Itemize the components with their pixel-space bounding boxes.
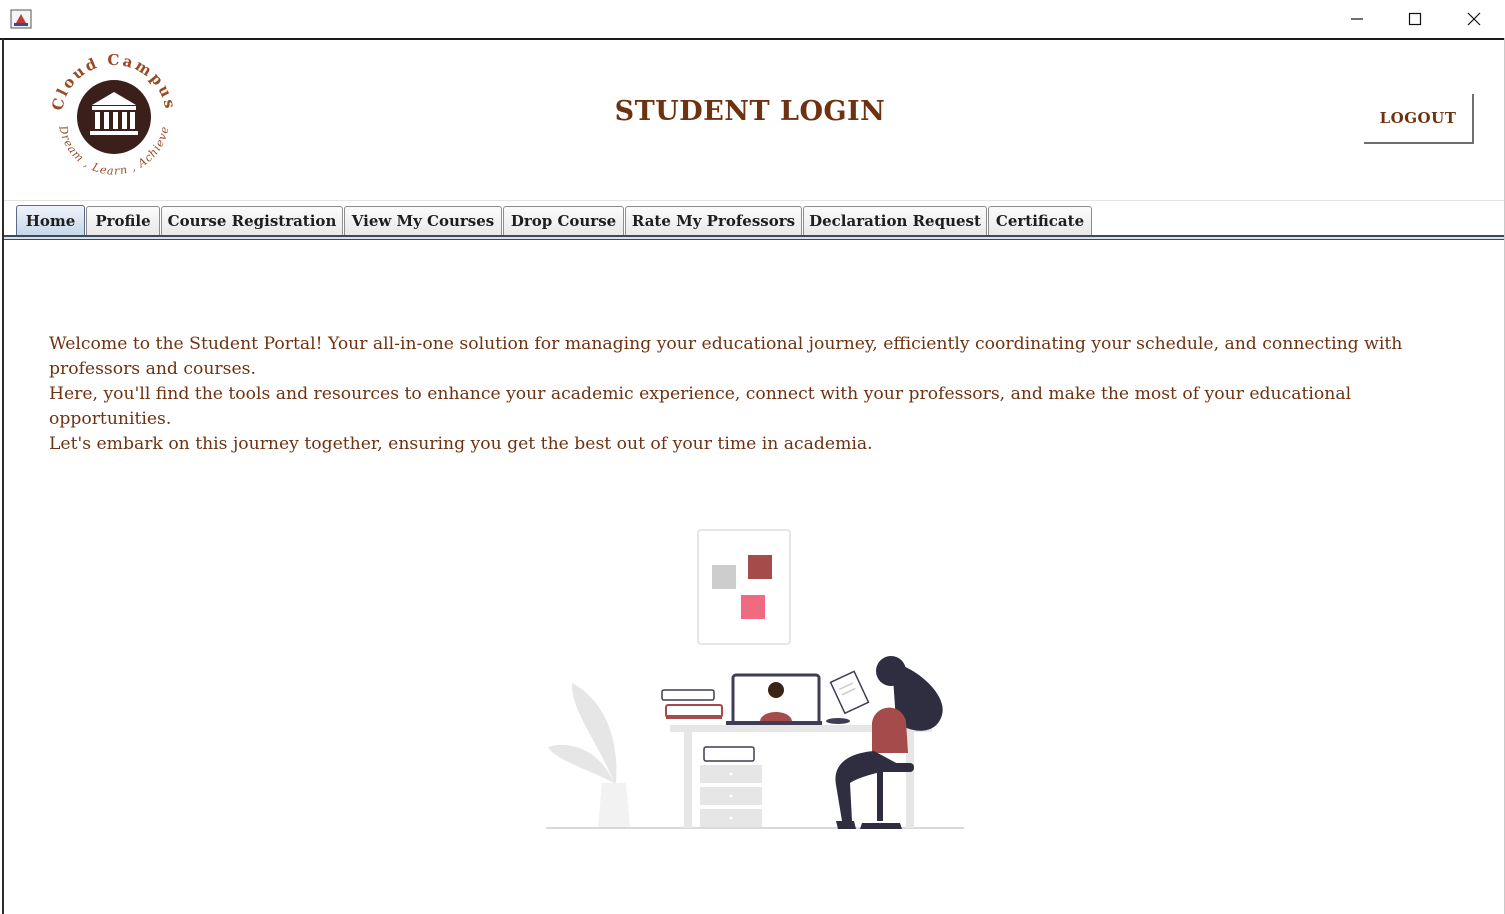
book-stack-illustration — [661, 689, 723, 719]
welcome-line-1: Welcome to the Student Portal! Your all-… — [49, 334, 1403, 379]
laptop-illustration — [726, 673, 822, 727]
logout-button[interactable]: LOGOUT — [1364, 94, 1474, 144]
student-illustration — [829, 656, 943, 829]
tab-declaration-request[interactable]: Declaration Request — [803, 206, 987, 235]
window-frame-left — [2, 38, 4, 914]
maximize-icon — [1408, 12, 1422, 26]
tab-certificate[interactable]: Certificate — [988, 206, 1092, 235]
tab-view-my-courses[interactable]: View My Courses — [344, 206, 502, 235]
header-divider — [4, 200, 1504, 201]
tab-home[interactable]: Home — [16, 205, 85, 235]
welcome-line-3: Let's embark on this journey together, e… — [49, 434, 873, 454]
plant-illustration — [548, 683, 630, 827]
wall-card-illustration — [697, 529, 791, 645]
java-app-icon — [10, 9, 32, 29]
tab-course-registration[interactable]: Course Registration — [161, 206, 343, 235]
welcome-line-2: Here, you'll find the tools and resource… — [49, 384, 1352, 429]
close-button[interactable] — [1445, 0, 1503, 38]
close-icon — [1467, 12, 1481, 26]
cloud-campus-logo: Cloud Campus Dream , Learn , Achieve — [48, 50, 180, 184]
tab-drop-course[interactable]: Drop Course — [503, 206, 624, 235]
maximize-button[interactable] — [1386, 0, 1444, 38]
tab-bar: Home Profile Course Registration View My… — [16, 205, 1093, 236]
tab-rate-my-professors[interactable]: Rate My Professors — [625, 206, 802, 235]
welcome-message: Welcome to the Student Portal! Your all-… — [49, 332, 1469, 457]
tab-panel-border — [4, 235, 1504, 240]
minimize-button[interactable] — [1328, 0, 1386, 38]
window-titlebar — [0, 0, 1505, 40]
student-desk-illustration — [540, 525, 970, 837]
tab-profile[interactable]: Profile — [86, 206, 160, 235]
minimize-icon — [1351, 18, 1363, 20]
page-title: STUDENT LOGIN — [614, 96, 886, 127]
